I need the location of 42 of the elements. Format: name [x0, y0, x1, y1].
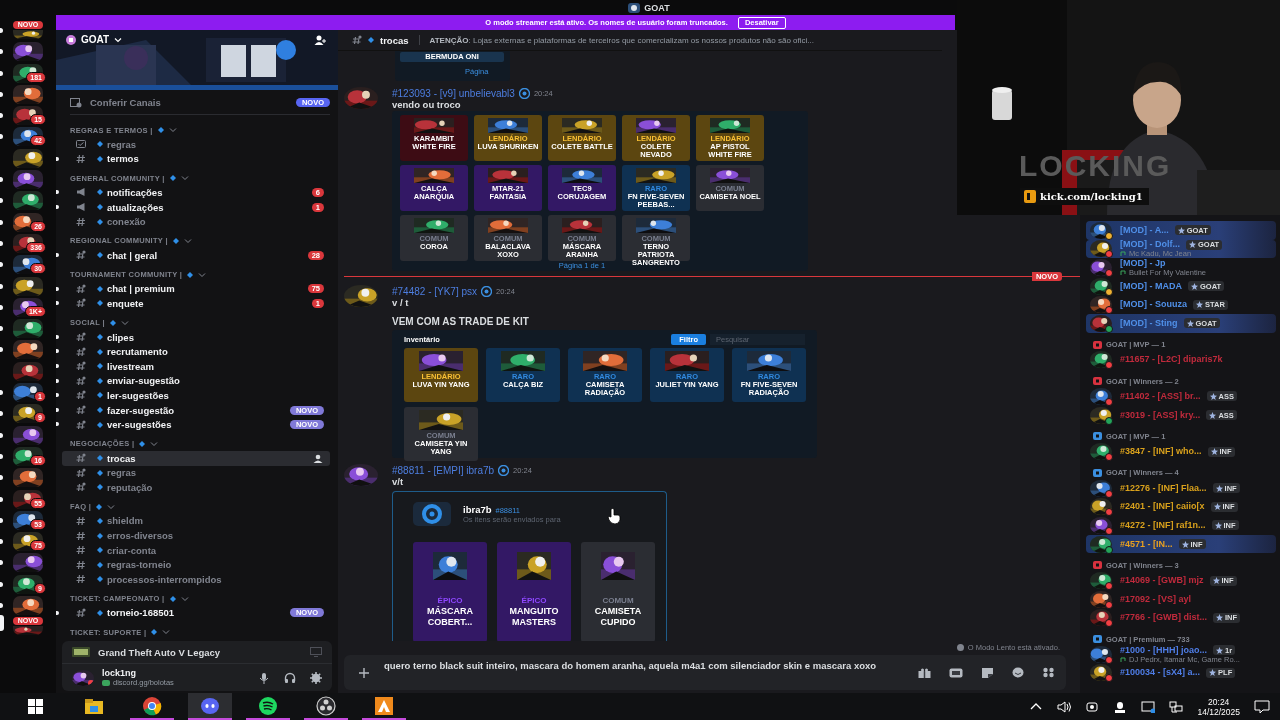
channel-item[interactable]: erros-diversos: [62, 528, 330, 543]
channel-item[interactable]: processos-interrompidos: [62, 572, 330, 587]
channel-item[interactable]: livestream: [62, 358, 330, 374]
channel-item[interactable]: ler-sugestões: [62, 388, 330, 403]
channel-item[interactable]: conexão: [62, 214, 330, 229]
author-name[interactable]: #88811 - [EMPI] ibra7b: [392, 464, 495, 476]
message-text: VEM COM AS TRADE DE KIT: [392, 316, 529, 327]
channel-topic: ATENÇÃO: Lojas externas e plataformas de terceiros que comercializam os nossos produtos não são ofici...: [429, 35, 814, 45]
member-item[interactable]: #11657 - [L2C] diparis7k: [1086, 350, 1276, 370]
member-item[interactable]: #17092 - [VS] ayl: [1086, 589, 1276, 609]
item-name: MANGUITO MASTERS: [508, 606, 560, 628]
activity-name: Grand Theft Auto V Legacy: [98, 646, 221, 658]
channel-item[interactable]: shieldm: [62, 513, 330, 529]
username[interactable]: lock1ng: [102, 668, 174, 678]
channel-item[interactable]: regras: [62, 465, 330, 481]
clock[interactable]: 20:24 14/12/2025: [1197, 696, 1240, 717]
item-name: MÁSCARA COBERT...: [426, 606, 474, 628]
message-text: v/t: [392, 476, 404, 487]
message-text: v / t: [392, 297, 409, 308]
channel-item[interactable]: recrutamento: [62, 344, 330, 359]
channel-item[interactable]: regras-torneio: [62, 557, 330, 573]
rarity-label: ÉPICO: [521, 596, 547, 606]
stream-link-text: kick.com/locking1: [1040, 191, 1143, 202]
rarity-label: COMUM: [602, 596, 634, 606]
trade-username: ibra7b: [463, 504, 492, 515]
channel-item[interactable]: criar-conta: [62, 542, 330, 558]
channel-item[interactable]: regras: [62, 137, 330, 152]
channel-item[interactable]: clipes: [62, 329, 330, 345]
channel-item[interactable]: trocas: [62, 450, 330, 466]
item-name: CAMISETA CUPIDO: [593, 606, 643, 628]
server-name[interactable]: GOAT: [81, 34, 110, 45]
author-name[interactable]: #74482 - [YK7] psx: [392, 285, 478, 297]
message-text: vendo ou troco: [392, 99, 461, 110]
window-title: GOAT: [644, 2, 670, 13]
message-field[interactable]: quero terno black suit inteiro, mascara do homem aranha, aquela m4a1 com silenciador skin e mascara xoxo: [384, 659, 904, 686]
channel-item[interactable]: reputação: [62, 480, 330, 495]
author-name[interactable]: #123093 - [v9] unbelievabl3: [392, 87, 515, 99]
channel-item[interactable]: enviar-sugestão: [62, 373, 330, 389]
rarity-label: ÉPICO: [437, 596, 463, 606]
channel-item[interactable]: termos: [62, 151, 330, 167]
message-composer[interactable]: quero terno black suit inteiro, mascara do homem aranha, aquela m4a1 com silenciador skin e mascara xoxo: [344, 655, 1066, 690]
channel-title: trocas: [380, 34, 409, 46]
